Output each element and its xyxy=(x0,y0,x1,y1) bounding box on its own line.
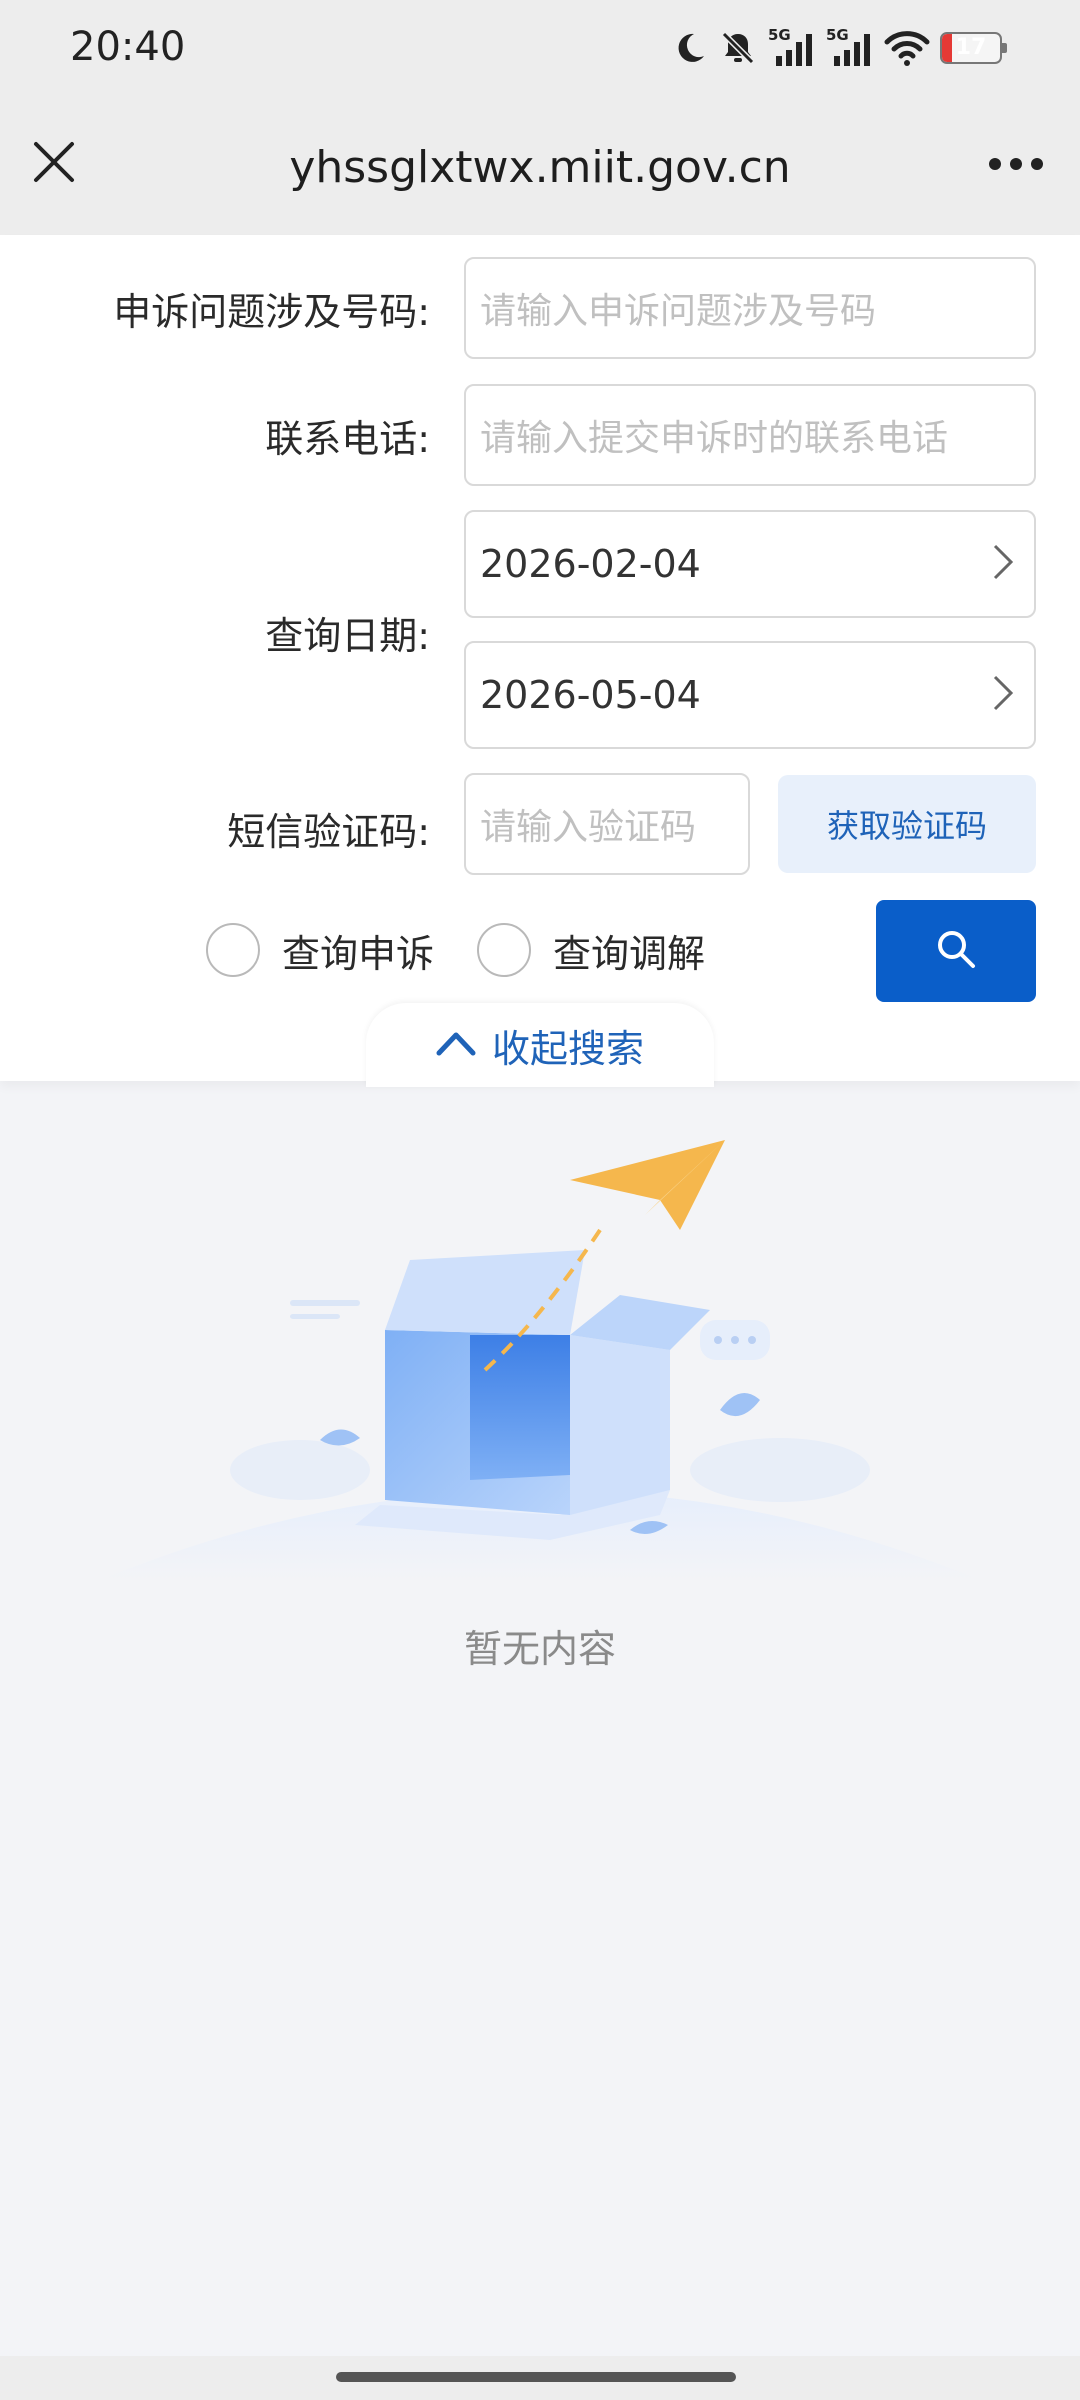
sms-code-input[interactable]: 请输入验证码 xyxy=(464,773,750,875)
sms-code-label: 短信验证码: xyxy=(227,810,430,854)
complaint-number-placeholder: 请输入申诉问题涉及号码 xyxy=(480,291,877,332)
phone-label: 联系电话: xyxy=(265,417,430,461)
radio-query-complaint[interactable]: 查询申诉 xyxy=(206,920,434,980)
moon-icon xyxy=(672,30,708,66)
radio-query-mediation[interactable]: 查询调解 xyxy=(477,920,705,980)
chevron-right-icon xyxy=(992,674,1014,716)
collapse-search-button[interactable]: 收起搜索 xyxy=(366,1003,714,1087)
date-label: 查询日期: xyxy=(265,614,430,658)
radio-circle[interactable] xyxy=(206,923,260,977)
end-date-picker[interactable]: 2026-05-04 xyxy=(464,641,1036,749)
chevron-up-icon xyxy=(436,1030,476,1060)
status-icons: 5G 5G 17 xyxy=(672,26,1007,70)
home-indicator[interactable] xyxy=(336,2372,736,2382)
page-url-title: yhssglxtwx.miit.gov.cn xyxy=(289,142,791,193)
search-form: 申诉问题涉及号码: 请输入申诉问题涉及号码 联系电话: 请输入提交申诉时的联系电… xyxy=(0,235,1080,1087)
complaint-number-input[interactable]: 请输入申诉问题涉及号码 xyxy=(464,257,1036,359)
battery-icon: 17 xyxy=(940,32,1007,64)
more-icon xyxy=(988,156,1044,175)
signal-icon: 5G xyxy=(768,26,816,70)
start-date-picker[interactable]: 2026-02-04 xyxy=(464,510,1036,618)
contact-phone-input[interactable]: 请输入提交申诉时的联系电话 xyxy=(464,384,1036,486)
search-icon xyxy=(935,928,977,974)
browser-header: yhssglxtwx.miit.gov.cn xyxy=(0,100,1080,235)
radio-circle[interactable] xyxy=(477,923,531,977)
search-button[interactable] xyxy=(876,900,1036,1002)
signal-icon: 5G xyxy=(826,26,874,70)
end-date-value: 2026-05-04 xyxy=(480,673,701,717)
battery-level: 17 xyxy=(955,35,987,60)
contact-phone-placeholder: 请输入提交申诉时的联系电话 xyxy=(480,418,949,459)
start-date-value: 2026-02-04 xyxy=(480,542,701,586)
sms-code-placeholder: 请输入验证码 xyxy=(480,807,697,848)
radio-complaint-label: 查询申诉 xyxy=(282,931,435,976)
get-code-button[interactable]: 获取验证码 xyxy=(778,775,1036,873)
wifi-icon xyxy=(884,28,930,68)
status-time: 20:40 xyxy=(70,24,186,70)
more-button[interactable] xyxy=(980,140,1052,190)
radio-mediation-label: 查询调解 xyxy=(553,931,706,976)
collapse-label: 收起搜索 xyxy=(491,1026,644,1071)
mute-bell-icon xyxy=(718,28,758,68)
empty-box-illustration xyxy=(100,1120,980,1600)
empty-state-text: 暂无内容 xyxy=(463,1627,616,1671)
number-label: 申诉问题涉及号码: xyxy=(113,290,430,334)
chevron-right-icon xyxy=(992,543,1014,585)
status-bar: 20:40 5G 5G 17 xyxy=(0,0,1080,100)
